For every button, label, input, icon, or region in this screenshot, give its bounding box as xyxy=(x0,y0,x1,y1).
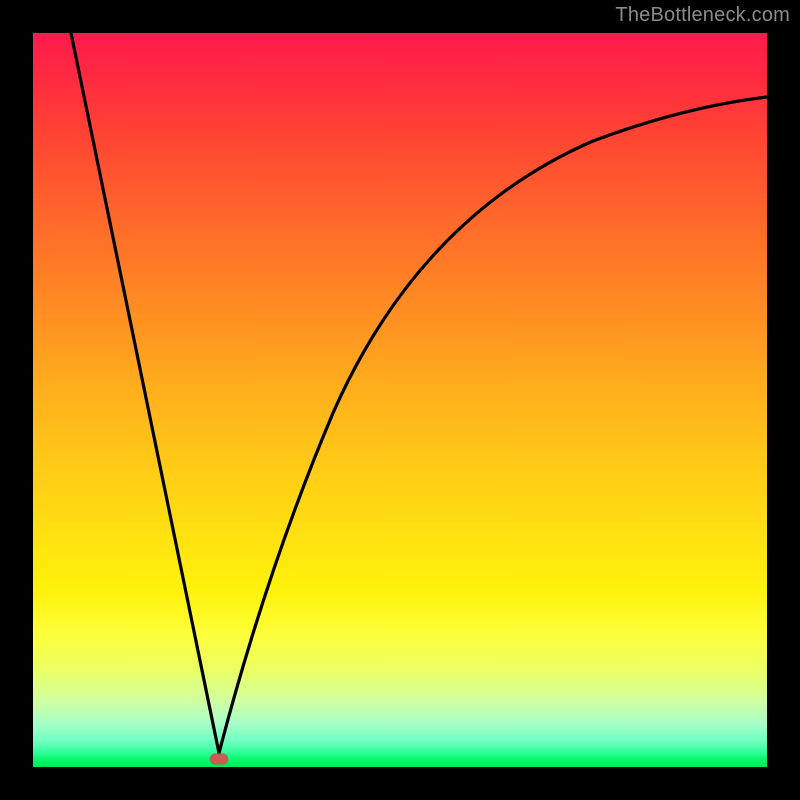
watermark-text: TheBottleneck.com xyxy=(615,4,790,27)
curve-path xyxy=(71,33,767,753)
gradient-plot-area xyxy=(33,33,767,767)
chart-frame: TheBottleneck.com xyxy=(0,0,800,800)
bottleneck-curve xyxy=(33,33,767,767)
minimum-marker xyxy=(210,754,228,765)
